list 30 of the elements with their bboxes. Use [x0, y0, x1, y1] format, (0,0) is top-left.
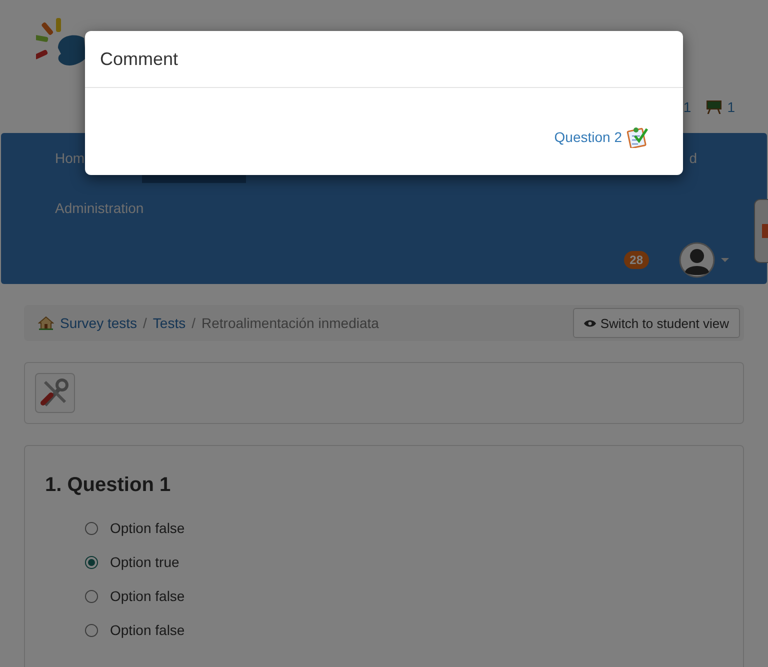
- breadcrumb-link[interactable]: Survey tests: [60, 315, 138, 331]
- avatar-icon[interactable]: [679, 242, 715, 278]
- radio-button[interactable]: [85, 522, 98, 534]
- option-label: Option false: [110, 588, 185, 604]
- counter-link[interactable]: 1: [727, 99, 735, 115]
- checklist-icon: [626, 126, 648, 148]
- option-label: Option true: [110, 554, 180, 570]
- breadcrumb-link[interactable]: Tests: [152, 315, 186, 331]
- question-link[interactable]: Question 2: [554, 129, 622, 145]
- radio-button[interactable]: [85, 556, 98, 568]
- side-tab[interactable]: [754, 199, 768, 263]
- nav-item[interactable]: d: [689, 133, 697, 183]
- nav-item[interactable]: Administration: [55, 183, 144, 233]
- student-view-button[interactable]: Switch to student view: [573, 308, 740, 338]
- breadcrumb-separator: /: [143, 315, 147, 331]
- question-title: 1. Question 1: [45, 474, 172, 497]
- notification-badge[interactable]: 28: [624, 251, 649, 269]
- home-icon: [38, 316, 54, 330]
- breadcrumb-current: Retroalimentación inmediata: [202, 315, 379, 331]
- caret-icon[interactable]: [721, 258, 729, 262]
- dialog-title: Comment: [100, 48, 178, 70]
- option-label: Option false: [110, 622, 185, 638]
- radio-button[interactable]: [85, 624, 98, 636]
- eye-icon: [584, 318, 596, 328]
- radio-button[interactable]: [85, 590, 98, 602]
- option-label: Option false: [110, 520, 185, 536]
- breadcrumb-separator: /: [192, 315, 196, 331]
- tools-button[interactable]: [35, 373, 75, 413]
- counter-link[interactable]: 1: [683, 99, 692, 115]
- chalkboard-icon: [706, 100, 722, 114]
